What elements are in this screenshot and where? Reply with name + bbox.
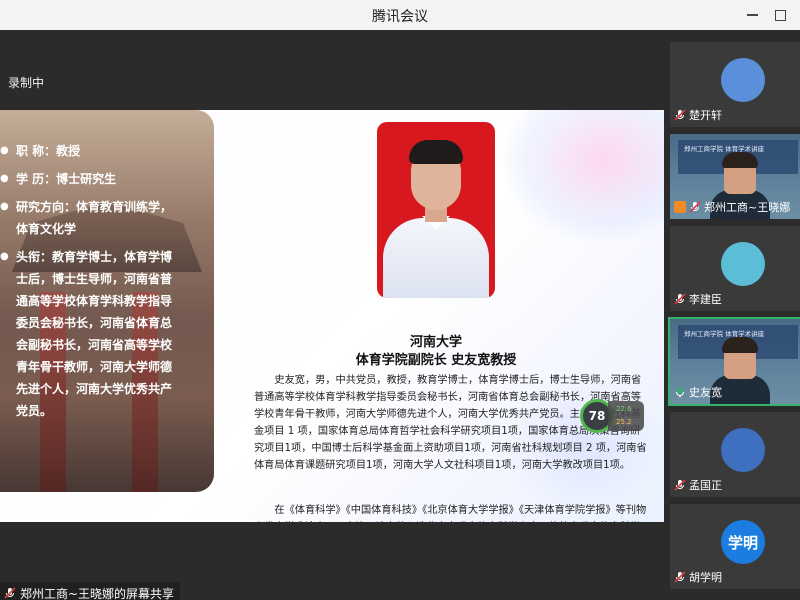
window-title: 腾讯会议 xyxy=(372,9,428,25)
decorative-glow xyxy=(504,110,664,240)
participant-namebar: 郑州工商~王晓娜 xyxy=(674,199,790,215)
video-person-hair xyxy=(722,337,758,353)
recording-indicator: 录制中 xyxy=(8,76,45,90)
avatar xyxy=(721,428,765,472)
participant-tile-active[interactable]: 郑州工商学院 体育学术讲座 史友宽 xyxy=(668,317,800,406)
mic-active-icon xyxy=(676,387,684,398)
maximize-icon xyxy=(774,9,786,21)
mic-muted-icon xyxy=(4,587,16,599)
participant-name: 楚开轩 xyxy=(689,109,722,122)
maximize-button[interactable] xyxy=(768,4,792,26)
gate-photo-panel: 职 称：教授 学 历：博士研究生 研究方向：体育教育训练学，体育文化学 头衔：教… xyxy=(0,110,214,492)
download-speed: 25.2 xyxy=(616,418,632,426)
title-bar: 腾讯会议 xyxy=(0,0,800,30)
mic-muted-icon xyxy=(674,109,686,121)
bullet-title: 职 称：教授 xyxy=(0,140,180,162)
participant-name: 李建臣 xyxy=(689,293,722,306)
university-heading: 河南大学 xyxy=(409,335,462,350)
participant-name: 孟国正 xyxy=(689,479,722,492)
participant-namebar: 胡学明 xyxy=(674,569,722,585)
presentation-slide: 职 称：教授 学 历：博士研究生 研究方向：体育教育训练学，体育文化学 头衔：教… xyxy=(0,110,664,522)
avatar xyxy=(721,58,765,102)
participant-name: 郑州工商~王晓娜 xyxy=(704,201,791,214)
participant-namebar: 楚开轩 xyxy=(674,107,722,123)
mic-muted-icon xyxy=(674,571,686,583)
mic-muted-icon xyxy=(689,201,701,213)
minimize-button[interactable] xyxy=(740,4,764,26)
share-owner-text: 郑州工商~王晓娜的屏幕共享 xyxy=(20,586,175,600)
bio-paragraph-2: 在《体育科学》《中国体育科技》《北京体育大学学报》《天津体育学院学报》等刊物上发… xyxy=(274,505,647,516)
mic-muted-icon xyxy=(674,479,686,491)
role-heading: 体育学院副院长 史友宽教授 xyxy=(355,353,517,368)
participant-tile[interactable]: 学明 胡学明 xyxy=(670,504,800,589)
minimize-icon xyxy=(746,14,758,16)
participant-tile[interactable]: 郑州工商学院 体育学术讲座 郑州工商~王晓娜 xyxy=(670,134,800,219)
professor-photo xyxy=(377,122,495,298)
avatar xyxy=(721,242,765,286)
participant-tile[interactable]: 李建臣 xyxy=(670,226,800,311)
participant-name: 胡学明 xyxy=(689,571,722,584)
mic-muted-icon xyxy=(674,293,686,305)
shared-screen-stage: 录制中 职 称：教授 学 历：博士研究生 研究方向：体育教育训练学，体育文化学 … xyxy=(0,30,664,600)
meeting-window: 腾讯会议 录制中 职 称：教授 学 历：博士研究生 研究方向：体育教育训练学，体… xyxy=(0,0,800,600)
photo-hair xyxy=(409,140,463,164)
bullet-honors: 头衔：教育学博士，体育学博士后，博士生导师，河南省普通高等学校体育学科教学指导委… xyxy=(0,246,180,422)
host-icon xyxy=(674,201,686,213)
participant-name: 史友宽 xyxy=(689,386,722,399)
bullet-research: 研究方向：体育教育训练学，体育文化学 xyxy=(0,196,180,240)
participants-sidebar: 楚开轩 郑州工商学院 体育学术讲座 郑州工商~王晓娜 李建臣 郑州工商学院 体育… xyxy=(664,30,800,600)
participant-namebar: 史友宽 xyxy=(674,384,722,400)
upload-speed: 22.6 xyxy=(616,405,632,413)
participant-namebar: 孟国正 xyxy=(674,477,722,493)
video-person-hair xyxy=(722,152,758,168)
bullet-education: 学 历：博士研究生 xyxy=(0,168,180,190)
participant-tile[interactable]: 孟国正 xyxy=(670,412,800,497)
avatar: 学明 xyxy=(721,520,765,564)
participant-tile[interactable]: 楚开轩 xyxy=(670,42,800,127)
participant-namebar: 李建臣 xyxy=(674,291,722,307)
screen-share-label: 郑州工商~王晓娜的屏幕共享 xyxy=(0,582,181,600)
network-speed-panel: 22.6 25.2 xyxy=(608,401,644,431)
profile-bullets: 职 称：教授 学 历：博士研究生 研究方向：体育教育训练学，体育文化学 头衔：教… xyxy=(0,140,180,428)
photo-shirt xyxy=(383,218,489,298)
